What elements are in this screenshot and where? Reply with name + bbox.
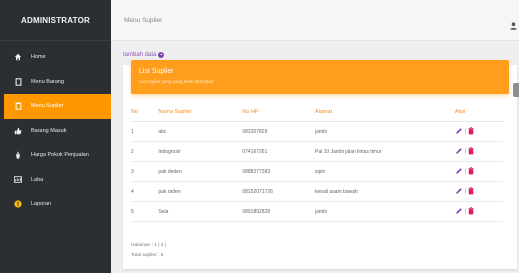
header-no: No [131, 102, 158, 122]
card-header: List Suplier List suplier yang yang tela… [131, 60, 509, 94]
edit-pencil-icon[interactable] [455, 187, 463, 197]
edit-pencil-icon[interactable] [455, 147, 463, 157]
sidebar-item-menu-suplier[interactable]: Menu Suplier [4, 94, 111, 119]
cell-nama-suplier: Indogrosir [157, 141, 242, 162]
pagination[interactable]: Halaman : 1 | 2 | [131, 243, 166, 248]
table-header-row: No Nama Suplier No HP Alamat Aksi [131, 102, 503, 122]
header-nama-suplier: Nama Suplier [157, 102, 242, 122]
add-data-link[interactable]: tambah data + [123, 52, 165, 58]
thumb-up-icon [13, 127, 23, 135]
card-subtitle: List suplier yang yang telah ditempati [139, 79, 214, 84]
supplier-card: List Suplier List suplier yang yang tela… [123, 60, 519, 269]
table-row: 4 pak raden 08152071726 kenali asam bawah | [131, 181, 503, 202]
sidebar-item-home[interactable]: Home [0, 45, 111, 70]
table-row: 1 abc 082307829 jambi | [131, 121, 503, 142]
cell-no: 3 [131, 161, 158, 182]
sidebar-item-label: Menu Suplier [31, 103, 64, 110]
cell-no: 1 [131, 121, 158, 142]
sidebar-item-menu-barang[interactable]: Menu Barang [0, 70, 111, 95]
action-group: | [455, 126, 502, 137]
cell-alamat: jambi [313, 201, 454, 222]
header-aksi: Aksi [453, 102, 503, 122]
cell-aksi: | [453, 181, 503, 202]
cell-no-hp: 082307829 [241, 121, 314, 142]
cell-aksi: | [453, 161, 503, 182]
topbar: Menu Suplier [111, 0, 519, 41]
table-row: 3 pak deden 0888277383 sipin | [131, 161, 503, 182]
cell-nama-suplier: pak deden [157, 161, 242, 182]
cell-no-hp: 08152071726 [241, 181, 314, 202]
sidebar-item-laba[interactable]: Laba [0, 168, 111, 193]
delete-trash-icon[interactable] [468, 146, 475, 157]
main-content: tambah data + List Suplier List suplier … [111, 41, 519, 273]
action-separator: | [464, 208, 467, 215]
home-icon [13, 53, 23, 61]
edit-pencil-icon[interactable] [455, 207, 463, 217]
table-row: 2 Indogrosir 074167261 Pal 10 Jambi jalan l… [131, 141, 503, 162]
action-group: | [455, 166, 502, 177]
cell-aksi: | [453, 141, 503, 162]
action-group: | [455, 186, 502, 197]
sidebar-nav: Home Menu Barang Menu Suplier Barang Mas… [0, 45, 111, 217]
cell-nama-suplier: abc [157, 121, 242, 142]
action-group: | [455, 146, 502, 157]
header-no-hp: No HP [241, 102, 314, 122]
cell-no-hp: 0888277383 [241, 161, 314, 182]
cell-aksi: | [453, 121, 503, 142]
report-icon [13, 200, 23, 208]
cell-nama-suplier: Sela [157, 201, 242, 222]
supplier-table: No Nama Suplier No HP Alamat Aksi 1 abc 08… [131, 102, 503, 222]
table-row: 5 Sela 0891892828 jambi | [131, 201, 503, 222]
action-separator: | [464, 148, 467, 155]
action-separator: | [464, 188, 467, 195]
user-icon[interactable] [510, 17, 517, 30]
edit-pencil-icon[interactable] [455, 167, 463, 177]
cell-nama-suplier: pak raden [157, 181, 242, 202]
add-data-label: tambah data [123, 52, 157, 58]
cell-alamat: kenali asam bawah [313, 181, 454, 202]
page-title: Menu Suplier [124, 17, 163, 24]
cell-no: 4 [131, 181, 158, 202]
sidebar-brand: ADMINISTRATOR [0, 0, 111, 41]
cell-no: 2 [131, 141, 158, 162]
sidebar-item-barang-masuk[interactable]: Barang Masuk [0, 119, 111, 144]
chart-icon [13, 176, 23, 184]
plus-icon: + [158, 52, 165, 58]
action-separator: | [464, 168, 467, 175]
sidebar-item-label: Harga Pokok Penjualan [31, 152, 89, 159]
sidebar-item-label: Home [31, 54, 46, 61]
edit-pencil-icon[interactable] [455, 127, 463, 137]
cell-alamat: jambi [313, 121, 454, 142]
header-alamat: Alamat [313, 102, 454, 122]
cell-no-hp: 074167261 [241, 141, 314, 162]
card-title: List Suplier [139, 68, 174, 75]
sidebar-item-laporan[interactable]: Laporan [0, 192, 111, 217]
cell-no: 5 [131, 201, 158, 222]
cell-alamat: Pal 10 Jambi jalan lintas timur [313, 141, 454, 162]
cell-no-hp: 0891892828 [241, 201, 314, 222]
cell-alamat: sipin [313, 161, 454, 182]
total-suplier: Total suplier : 6 [131, 253, 164, 258]
sidebar-item-label: Menu Barang [31, 78, 65, 85]
delete-trash-icon[interactable] [468, 166, 475, 177]
delete-trash-icon[interactable] [468, 206, 475, 217]
sidebar-item-harga-pokok-penjualan[interactable]: Harga Pokok Penjualan [0, 143, 111, 168]
action-separator: | [464, 128, 467, 135]
sidebar-item-label: Barang Masuk [31, 127, 67, 134]
cell-aksi: | [453, 201, 503, 222]
action-group: | [455, 206, 502, 217]
delete-trash-icon[interactable] [468, 126, 475, 137]
sidebar: ADMINISTRATOR Home Menu Barang Menu Supl… [0, 0, 111, 273]
sidebar-item-label: Laba [31, 176, 44, 183]
box-icon [13, 78, 23, 86]
clipboard-icon [13, 102, 23, 110]
sidebar-item-label: Laporan [31, 201, 52, 208]
tag-icon [13, 151, 23, 159]
scroll-handle[interactable] [513, 83, 519, 97]
delete-trash-icon[interactable] [468, 186, 475, 197]
